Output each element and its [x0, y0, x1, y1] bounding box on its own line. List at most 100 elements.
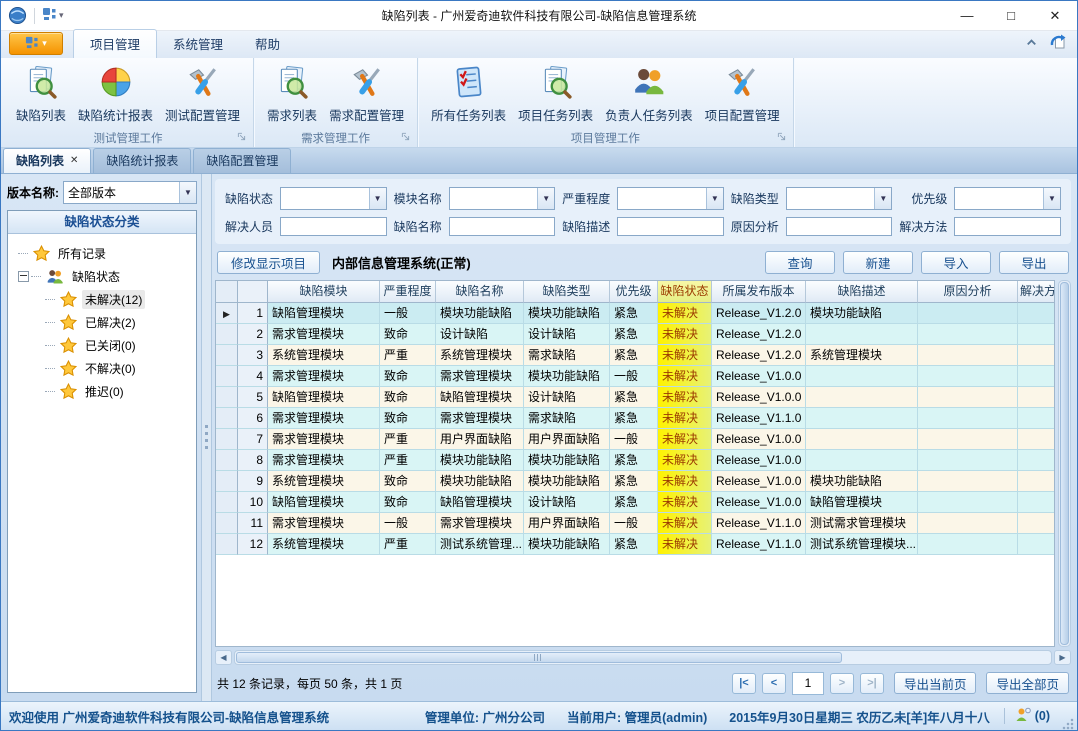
document-tab-缺陷配置管理[interactable]: 缺陷配置管理: [193, 148, 291, 173]
horizontal-scrollbar-thumb[interactable]: [236, 652, 842, 663]
grid-cell[interactable]: Release_V1.0.0: [712, 366, 806, 387]
table-row[interactable]: ▶1缺陷管理模块一般模块功能缺陷模块功能缺陷紧急未解决Release_V1.2.…: [216, 303, 1054, 324]
grid-cell[interactable]: [1018, 303, 1055, 324]
filter-combo-优先级[interactable]: ▼: [954, 187, 1061, 210]
grid-cell[interactable]: Release_V1.0.0: [712, 450, 806, 471]
grid-cell[interactable]: 用户界面缺陷: [524, 429, 610, 450]
grid-cell[interactable]: 致命: [380, 324, 436, 345]
previous-page-button[interactable]: <: [762, 673, 786, 694]
chevron-down-icon[interactable]: ▼: [1043, 188, 1060, 209]
grid-cell[interactable]: Release_V1.2.0: [712, 303, 806, 324]
vertical-scrollbar[interactable]: [1058, 280, 1071, 647]
grid-cell[interactable]: 模块功能缺陷: [524, 471, 610, 492]
grid-cell[interactable]: [1018, 366, 1055, 387]
vertical-scrollbar-thumb[interactable]: [1060, 282, 1069, 645]
tree-item-已关闭(0)[interactable]: 已关闭(0): [18, 334, 192, 357]
grid-cell[interactable]: 模块功能缺陷: [524, 534, 610, 555]
grid-cell[interactable]: 致命: [380, 387, 436, 408]
grid-cell[interactable]: 需求管理模块: [268, 450, 380, 471]
chevron-down-icon[interactable]: ▼: [537, 188, 554, 209]
query-button[interactable]: 查询: [765, 251, 835, 274]
scroll-left-icon[interactable]: ◀: [215, 650, 232, 665]
maximize-button[interactable]: □: [989, 1, 1033, 30]
chevron-down-icon[interactable]: ▼: [706, 188, 723, 209]
grid-cell[interactable]: 一般: [610, 513, 658, 534]
grid-cell[interactable]: [918, 450, 1018, 471]
grid-cell[interactable]: [1018, 450, 1055, 471]
grid-cell[interactable]: 紧急: [610, 408, 658, 429]
grid-cell[interactable]: 测试系统管理模块...: [806, 534, 918, 555]
filter-combo-缺陷状态[interactable]: ▼: [280, 187, 387, 210]
grid-cell[interactable]: 缺陷管理模块: [436, 387, 524, 408]
app-menu-button[interactable]: ▾: [9, 32, 63, 55]
column-header-缺陷状态[interactable]: 缺陷状态: [658, 281, 712, 303]
filter-combo-模块名称[interactable]: ▼: [449, 187, 556, 210]
grid-cell[interactable]: [1018, 345, 1055, 366]
filter-input-缺陷描述[interactable]: [617, 217, 724, 236]
grid-cell[interactable]: 系统管理模块: [268, 534, 380, 555]
grid-cell[interactable]: 未解决: [658, 345, 712, 366]
grid-cell[interactable]: [918, 387, 1018, 408]
document-tab-缺陷统计报表[interactable]: 缺陷统计报表: [93, 148, 191, 173]
grid-cell[interactable]: Release_V1.2.0: [712, 324, 806, 345]
help-refresh-icon[interactable]: [1049, 33, 1067, 54]
ribbon-button-所有任务列表[interactable]: 所有任务列表: [426, 62, 511, 127]
grid-cell[interactable]: Release_V1.0.0: [712, 387, 806, 408]
table-row[interactable]: 8需求管理模块严重模块功能缺陷模块功能缺陷紧急未解决Release_V1.0.0: [216, 450, 1054, 471]
grid-cell[interactable]: Release_V1.1.0: [712, 534, 806, 555]
tree-item-不解决(0)[interactable]: 不解决(0): [18, 357, 192, 380]
grid-cell[interactable]: 设计缺陷: [436, 324, 524, 345]
table-row[interactable]: 9系统管理模块致命模块功能缺陷模块功能缺陷紧急未解决Release_V1.0.0…: [216, 471, 1054, 492]
grid-cell[interactable]: [918, 429, 1018, 450]
grid-cell[interactable]: [806, 387, 918, 408]
grid-cell[interactable]: 一般: [610, 366, 658, 387]
dialog-launcher-icon[interactable]: [401, 132, 410, 144]
grid-cell[interactable]: Release_V1.1.0: [712, 408, 806, 429]
grid-cell[interactable]: 需求管理模块: [436, 366, 524, 387]
grid-cell[interactable]: [1018, 408, 1055, 429]
grid-cell[interactable]: [918, 492, 1018, 513]
grid-cell[interactable]: Release_V1.1.0: [712, 513, 806, 534]
ribbon-button-项目任务列表[interactable]: 项目任务列表: [513, 62, 598, 127]
column-header-缺陷类型[interactable]: 缺陷类型: [524, 281, 610, 303]
filter-combo-严重程度[interactable]: ▼: [617, 187, 724, 210]
grid-cell[interactable]: [806, 366, 918, 387]
grid-cell[interactable]: 严重: [380, 429, 436, 450]
tree-item-所有记录[interactable]: 所有记录: [18, 242, 192, 265]
horizontal-scrollbar-track[interactable]: [234, 650, 1052, 665]
grid-cell[interactable]: [1018, 429, 1055, 450]
grid-cell[interactable]: Release_V1.2.0: [712, 345, 806, 366]
grid-cell[interactable]: 用户界面缺陷: [436, 429, 524, 450]
close-tab-icon[interactable]: ✕: [70, 155, 78, 166]
first-page-button[interactable]: |<: [732, 673, 756, 694]
grid-cell[interactable]: 缺陷管理模块: [268, 387, 380, 408]
ribbon-tab-项目管理[interactable]: 项目管理: [73, 29, 157, 58]
column-header-原因分析[interactable]: 原因分析: [918, 281, 1018, 303]
grid-cell[interactable]: 未解决: [658, 387, 712, 408]
grid-cell[interactable]: [1018, 534, 1055, 555]
grid-cell[interactable]: 需求管理模块: [268, 513, 380, 534]
filter-input-解决人员[interactable]: [280, 217, 387, 236]
grid-cell[interactable]: 未解决: [658, 450, 712, 471]
grid-cell[interactable]: 紧急: [610, 450, 658, 471]
grid-cell[interactable]: 未解决: [658, 471, 712, 492]
grid-cell[interactable]: 设计缺陷: [524, 324, 610, 345]
grid-cell[interactable]: 未解决: [658, 513, 712, 534]
column-header-优先级[interactable]: 优先级: [610, 281, 658, 303]
grid-cell[interactable]: Release_V1.0.0: [712, 429, 806, 450]
online-users-icon[interactable]: [1015, 707, 1031, 726]
grid-cell[interactable]: 系统管理模块: [268, 345, 380, 366]
grid-cell[interactable]: [918, 303, 1018, 324]
grid-cell[interactable]: 紧急: [610, 471, 658, 492]
grid-cell[interactable]: 需求管理模块: [268, 429, 380, 450]
grid-cell[interactable]: 缺陷管理模块: [268, 303, 380, 324]
grid-cell[interactable]: 一般: [610, 429, 658, 450]
grid-cell[interactable]: 需求管理模块: [268, 408, 380, 429]
grid-cell[interactable]: 紧急: [610, 534, 658, 555]
grid-cell[interactable]: [1018, 387, 1055, 408]
grid-cell[interactable]: 测试系统管理...: [436, 534, 524, 555]
grid-cell[interactable]: 致命: [380, 471, 436, 492]
chevron-down-icon[interactable]: ▼: [179, 182, 196, 203]
grid-cell[interactable]: [1018, 492, 1055, 513]
table-row[interactable]: 10缺陷管理模块致命缺陷管理模块设计缺陷紧急未解决Release_V1.0.0缺…: [216, 492, 1054, 513]
